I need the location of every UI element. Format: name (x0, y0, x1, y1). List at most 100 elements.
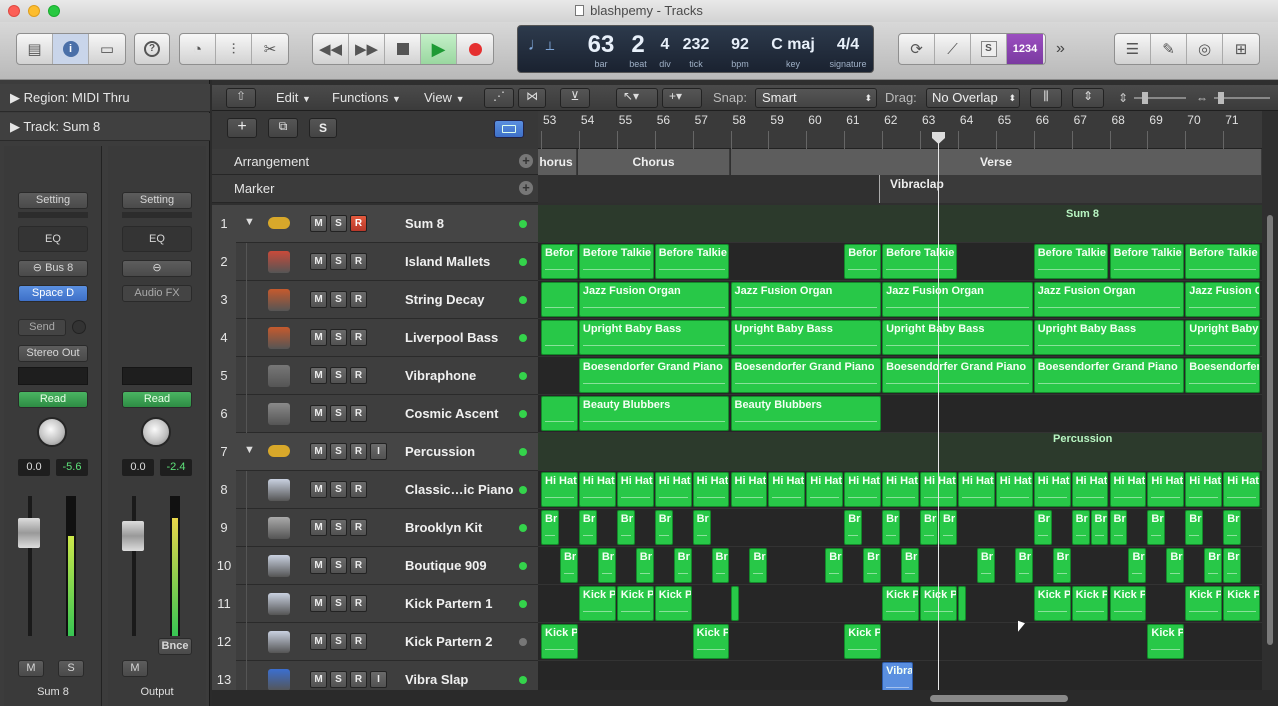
track-name[interactable]: Kick Partern 1 (405, 585, 492, 623)
region[interactable]: Hi Hat (957, 472, 995, 507)
record-enable-button[interactable]: R (350, 557, 367, 574)
region[interactable] (541, 396, 578, 431)
solo-button[interactable]: S (330, 671, 347, 688)
track-name[interactable]: Brooklyn Kit (405, 509, 482, 547)
region[interactable]: Jazz Fusion Organ (578, 282, 730, 317)
region[interactable]: Hi Hat (1109, 472, 1147, 507)
pan-value[interactable]: 0.0 (18, 459, 50, 476)
marker-item[interactable]: Vibraclap (879, 175, 1262, 203)
region[interactable] (957, 586, 966, 621)
track-name[interactable]: Vibraphone (405, 357, 476, 395)
arrangement-section[interactable]: Chorus (578, 149, 730, 175)
region[interactable]: Before Talkie (1109, 244, 1185, 279)
track-header[interactable]: 11 M S R Kick Partern 1 (212, 585, 538, 623)
lcd-display[interactable]: ♩⟂ 63 bar 2 beat 4 div 232 tick 92 bpm C maj k… (517, 25, 874, 73)
vertical-scrollbar[interactable] (1262, 205, 1278, 690)
region[interactable]: Br (1052, 548, 1071, 583)
region[interactable]: Kick P (541, 624, 578, 659)
forward-button[interactable]: ▶▶ (349, 34, 385, 64)
region[interactable]: Br (844, 510, 863, 545)
region[interactable]: Br (541, 510, 559, 545)
region[interactable]: Br (1128, 548, 1147, 583)
region[interactable]: Upright Baby (1185, 320, 1261, 355)
global-solo-button[interactable]: S (309, 118, 337, 138)
track-name[interactable]: Island Mallets (405, 243, 490, 281)
input-slot[interactable]: ⊖ Bus 8 (18, 260, 88, 277)
send-knob[interactable] (72, 320, 86, 334)
region[interactable]: Kick P (844, 624, 882, 659)
close-window-button[interactable] (8, 5, 20, 17)
smart-controls-button[interactable]: ◔ (180, 34, 216, 64)
track-on-off-button[interactable] (519, 600, 527, 608)
record-enable-button[interactable]: R (350, 367, 367, 384)
region[interactable]: Boesendorfer (1185, 358, 1261, 393)
solo-button[interactable]: S (330, 253, 347, 270)
list-editors-button[interactable]: ☰ (1115, 34, 1151, 64)
catch-button[interactable]: ⊻ (560, 88, 590, 108)
track-name[interactable]: Classic…ic Piano (405, 471, 513, 509)
add-section-button[interactable]: + (519, 154, 533, 168)
pan-value[interactable]: 0.0 (122, 459, 154, 476)
region[interactable]: Br (1223, 548, 1242, 583)
toolbar-button[interactable]: ▭ (89, 34, 125, 64)
region[interactable]: Br (654, 510, 673, 545)
quick-help-button[interactable]: ? (135, 34, 169, 64)
volume-fader[interactable] (122, 521, 144, 551)
track-header[interactable]: 7 ▼ M S R I Percussion (212, 433, 538, 471)
vertical-fit-button[interactable]: ⇕ (1072, 88, 1104, 108)
stop-button[interactable] (385, 34, 421, 64)
pointer-tool-menu[interactable]: ↖▾ (616, 88, 658, 108)
stack-disclosure-icon[interactable]: ▼ (244, 216, 255, 228)
track-name[interactable]: Sum 8 (405, 205, 444, 243)
track-header[interactable]: 10 M S R Boutique 909 (212, 547, 538, 585)
track-on-off-button[interactable] (519, 296, 527, 304)
track-name[interactable]: Liverpool Bass (405, 319, 498, 357)
automation-mode-button[interactable]: Read (18, 391, 88, 408)
mute-button[interactable]: M (310, 253, 327, 270)
playhead[interactable] (932, 132, 945, 692)
region[interactable]: Beauty Blubbers (578, 396, 730, 431)
solo-button[interactable]: S (330, 557, 347, 574)
region[interactable]: Kick P (578, 586, 616, 621)
region[interactable]: Br (597, 548, 616, 583)
region[interactable]: Befor (541, 244, 578, 279)
region[interactable]: Br (711, 548, 730, 583)
region[interactable]: Befor (844, 244, 882, 279)
region[interactable]: Hi Hat (1147, 472, 1185, 507)
add-track-button[interactable]: + (227, 118, 257, 138)
region[interactable] (541, 320, 578, 355)
record-enable-button[interactable]: R (350, 519, 367, 536)
setting-button[interactable]: Setting (18, 192, 88, 209)
edit-menu[interactable]: Edit ▼ (276, 89, 311, 107)
region[interactable]: Hi Hat (995, 472, 1033, 507)
region[interactable] (730, 586, 739, 621)
mute-button[interactable]: M (310, 519, 327, 536)
solo-button[interactable]: S (330, 633, 347, 650)
track-name[interactable]: Boutique 909 (405, 547, 487, 585)
count-in-button[interactable]: 1234 (1007, 34, 1043, 64)
solo-button[interactable]: S (330, 215, 347, 232)
region[interactable]: Before Talkie (882, 244, 957, 279)
track-lane[interactable]: Hi Hat Hi Hat Hi Hat Hi Hat Hi Hat Hi Hat Hi H… (538, 471, 1262, 509)
track-lane[interactable]: Percussion (538, 433, 1262, 471)
region[interactable]: Br (901, 548, 919, 583)
record-enable-button[interactable]: R (350, 291, 367, 308)
region[interactable]: Br (1147, 510, 1166, 545)
region[interactable] (541, 282, 578, 317)
solo-button[interactable]: S (330, 443, 347, 460)
region[interactable]: Boesendorfer Grand Piano (578, 358, 730, 393)
region-inspector-header[interactable]: ▶ Region: MIDI Thru (0, 84, 210, 112)
solo-button[interactable]: S (330, 291, 347, 308)
audio-fx-slot[interactable]: Audio FX (122, 285, 192, 302)
region[interactable]: Hi Hat (578, 472, 616, 507)
track-on-off-button[interactable] (519, 410, 527, 418)
mute-button[interactable]: M (310, 671, 327, 688)
region[interactable]: Before Talkie (1033, 244, 1109, 279)
record-enable-button[interactable]: R (350, 405, 367, 422)
region[interactable]: Hi Hat (1033, 472, 1071, 507)
inspector-button[interactable]: i (53, 34, 89, 64)
cycle-button[interactable]: ⟳ (899, 34, 935, 64)
region[interactable]: Hi Hat (616, 472, 654, 507)
region[interactable]: Br (1185, 510, 1204, 545)
track-name[interactable]: Kick Partern 2 (405, 623, 492, 661)
